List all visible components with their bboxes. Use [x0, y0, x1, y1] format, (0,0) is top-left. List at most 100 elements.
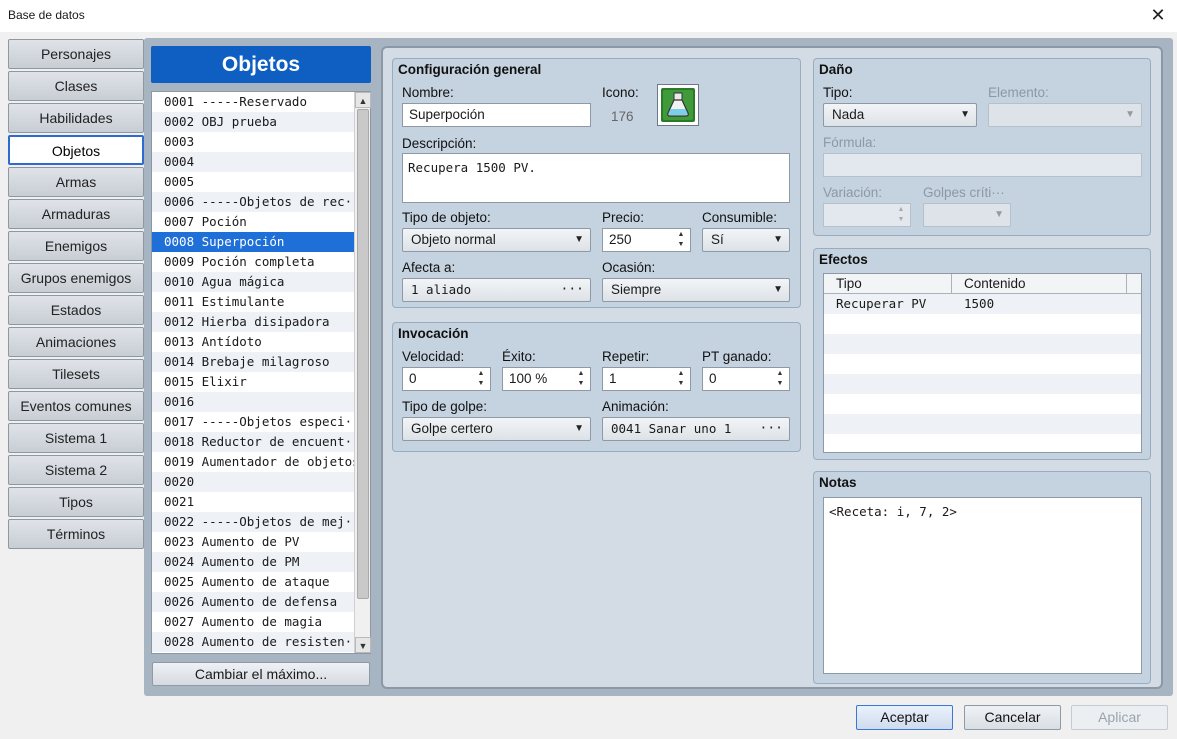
occasion-select[interactable]: Siempre ▼ [602, 278, 790, 302]
animation-select[interactable]: 0041 Sanar uno 1 ··· [602, 417, 790, 441]
list-item[interactable]: 0014 Brebaje milagroso [152, 352, 354, 372]
list-item[interactable]: 0023 Aumento de PV [152, 532, 354, 552]
tab-animaciones[interactable]: Animaciones [8, 327, 144, 357]
variance-stepper[interactable]: ▲ ▼ [823, 203, 911, 227]
effects-header-filler [1127, 274, 1141, 293]
list-item[interactable]: 0013 Antídoto [152, 332, 354, 352]
spinner-arrows-icon[interactable]: ▲ ▼ [676, 230, 686, 250]
list-item[interactable]: 0010 Agua mágica [152, 272, 354, 292]
apply-button[interactable]: Aplicar [1071, 705, 1168, 730]
tab-personajes[interactable]: Personajes [8, 39, 144, 69]
tab-tipos[interactable]: Tipos [8, 487, 144, 517]
objects-list[interactable]: 0001 -----Reservado 0002 OBJ prueba 0003 00… [151, 91, 371, 654]
consumable-select[interactable]: Sí ▼ [702, 228, 790, 252]
success-stepper[interactable]: 100 % ▲ ▼ [502, 367, 591, 391]
description-textarea[interactable]: Recupera 1500 PV. [402, 153, 790, 203]
tab-enemigos[interactable]: Enemigos [8, 231, 144, 261]
list-item[interactable]: 0006 -----Objetos de rec··· [152, 192, 354, 212]
damage-type-select[interactable]: Nada ▼ [823, 103, 977, 127]
icon-label: Icono: [602, 85, 639, 100]
spinner-arrows-icon[interactable]: ▲ ▼ [576, 369, 586, 389]
table-row[interactable]: Recuperar PV 1500 [824, 294, 1141, 314]
effects-table[interactable]: Tipo Contenido Recuperar PV 1500 [823, 273, 1142, 453]
list-item[interactable]: 0026 Aumento de defensa [152, 592, 354, 612]
hit-type-select[interactable]: Golpe certero ▼ [402, 417, 591, 441]
scroll-thumb[interactable] [357, 109, 369, 599]
list-item[interactable]: 0015 Elixir [152, 372, 354, 392]
list-item[interactable]: 0001 -----Reservado [152, 92, 354, 112]
list-item[interactable]: 0009 Poción completa [152, 252, 354, 272]
list-item[interactable]: 0027 Aumento de magia [152, 612, 354, 632]
tab-objetos[interactable]: Objetos [8, 135, 144, 165]
element-label: Elemento: [988, 85, 1049, 100]
repeat-stepper[interactable]: 1 ▲ ▼ [602, 367, 691, 391]
list-item[interactable]: 0016 [152, 392, 354, 412]
list-item[interactable]: 0008 Superpoción [152, 232, 354, 252]
tab-estados[interactable]: Estados [8, 295, 144, 325]
icon-picker[interactable] [657, 84, 699, 126]
table-row[interactable] [824, 394, 1141, 414]
cancel-button[interactable]: Cancelar [964, 705, 1061, 730]
list-item[interactable]: 0025 Aumento de ataque [152, 572, 354, 592]
list-item[interactable]: 0012 Hierba disipadora [152, 312, 354, 332]
table-row[interactable] [824, 314, 1141, 334]
effect-type-cell [824, 354, 952, 374]
critical-hits-select[interactable]: ▼ [923, 203, 1011, 227]
list-item[interactable]: 0005 [152, 172, 354, 192]
tab-armaduras[interactable]: Armaduras [8, 199, 144, 229]
tab-eventos-comunes[interactable]: Eventos comunes [8, 391, 144, 421]
list-item[interactable]: 0017 -----Objetos especi··· [152, 412, 354, 432]
name-input[interactable]: Superpoción [402, 103, 591, 127]
category-tabs: Personajes Clases Habilidades Objetos Armas A… [8, 39, 144, 551]
tab-habilidades[interactable]: Habilidades [8, 103, 144, 133]
price-stepper[interactable]: 250 ▲ ▼ [602, 228, 691, 252]
formula-input[interactable] [823, 153, 1142, 177]
list-item[interactable]: 0022 -----Objetos de mej··· [152, 512, 354, 532]
list-item[interactable]: 0011 Estimulante [152, 292, 354, 312]
list-item[interactable]: 0019 Aumentador de objetos [152, 452, 354, 472]
close-icon[interactable]: ✕ [1147, 4, 1169, 26]
scope-select[interactable]: 1 aliado ··· [402, 278, 591, 302]
list-item[interactable]: 0002 OBJ prueba [152, 112, 354, 132]
spinner-arrows-icon[interactable]: ▲ ▼ [476, 369, 486, 389]
table-row[interactable] [824, 374, 1141, 394]
list-item[interactable]: 0004 [152, 152, 354, 172]
tab-sistema-1[interactable]: Sistema 1 [8, 423, 144, 453]
list-item[interactable]: 0021 [152, 492, 354, 512]
change-max-button[interactable]: Cambiar el máximo... [152, 662, 370, 686]
tab-clases[interactable]: Clases [8, 71, 144, 101]
damage-type-value: Nada [832, 107, 865, 122]
list-item[interactable]: 0024 Aumento de PM [152, 552, 354, 572]
tp-gain-stepper[interactable]: 0 ▲ ▼ [702, 367, 790, 391]
notes-textarea[interactable]: <Receta: i, 7, 2> [823, 497, 1142, 674]
table-row[interactable] [824, 434, 1141, 452]
tab-sistema-2[interactable]: Sistema 2 [8, 455, 144, 485]
tab-armas[interactable]: Armas [8, 167, 144, 197]
scroll-down-icon[interactable]: ▼ [355, 637, 371, 653]
spinner-arrows-icon[interactable]: ▲ ▼ [775, 369, 785, 389]
table-row[interactable] [824, 414, 1141, 434]
effects-column-content[interactable]: Contenido [952, 274, 1127, 293]
tab-tilesets[interactable]: Tilesets [8, 359, 144, 389]
spinner-arrows-icon[interactable]: ▲ ▼ [676, 369, 686, 389]
scroll-up-icon[interactable]: ▲ [355, 92, 371, 108]
table-row[interactable] [824, 334, 1141, 354]
spinner-arrows-icon[interactable]: ▲ ▼ [896, 205, 906, 225]
list-item[interactable]: 0003 [152, 132, 354, 152]
list-item[interactable]: 0018 Reductor de encuent··· [152, 432, 354, 452]
potion-icon [661, 88, 695, 122]
list-item[interactable]: 0028 Aumento de resisten··· [152, 632, 354, 652]
ok-button[interactable]: Aceptar [856, 705, 953, 730]
effects-column-type[interactable]: Tipo [824, 274, 952, 293]
effect-type-cell [824, 374, 952, 394]
table-row[interactable] [824, 354, 1141, 374]
list-item[interactable]: 0020 [152, 472, 354, 492]
list-item[interactable]: 0007 Poción [152, 212, 354, 232]
tab-grupos-enemigos[interactable]: Grupos enemigos [8, 263, 144, 293]
speed-stepper[interactable]: 0 ▲ ▼ [402, 367, 491, 391]
item-type-select[interactable]: Objeto normal ▼ [402, 228, 591, 252]
repeat-value: 1 [609, 371, 617, 386]
objects-list-scrollbar[interactable]: ▲ ▼ [354, 92, 371, 653]
tab-términos[interactable]: Términos [8, 519, 144, 549]
element-select[interactable]: ▼ [988, 103, 1142, 127]
